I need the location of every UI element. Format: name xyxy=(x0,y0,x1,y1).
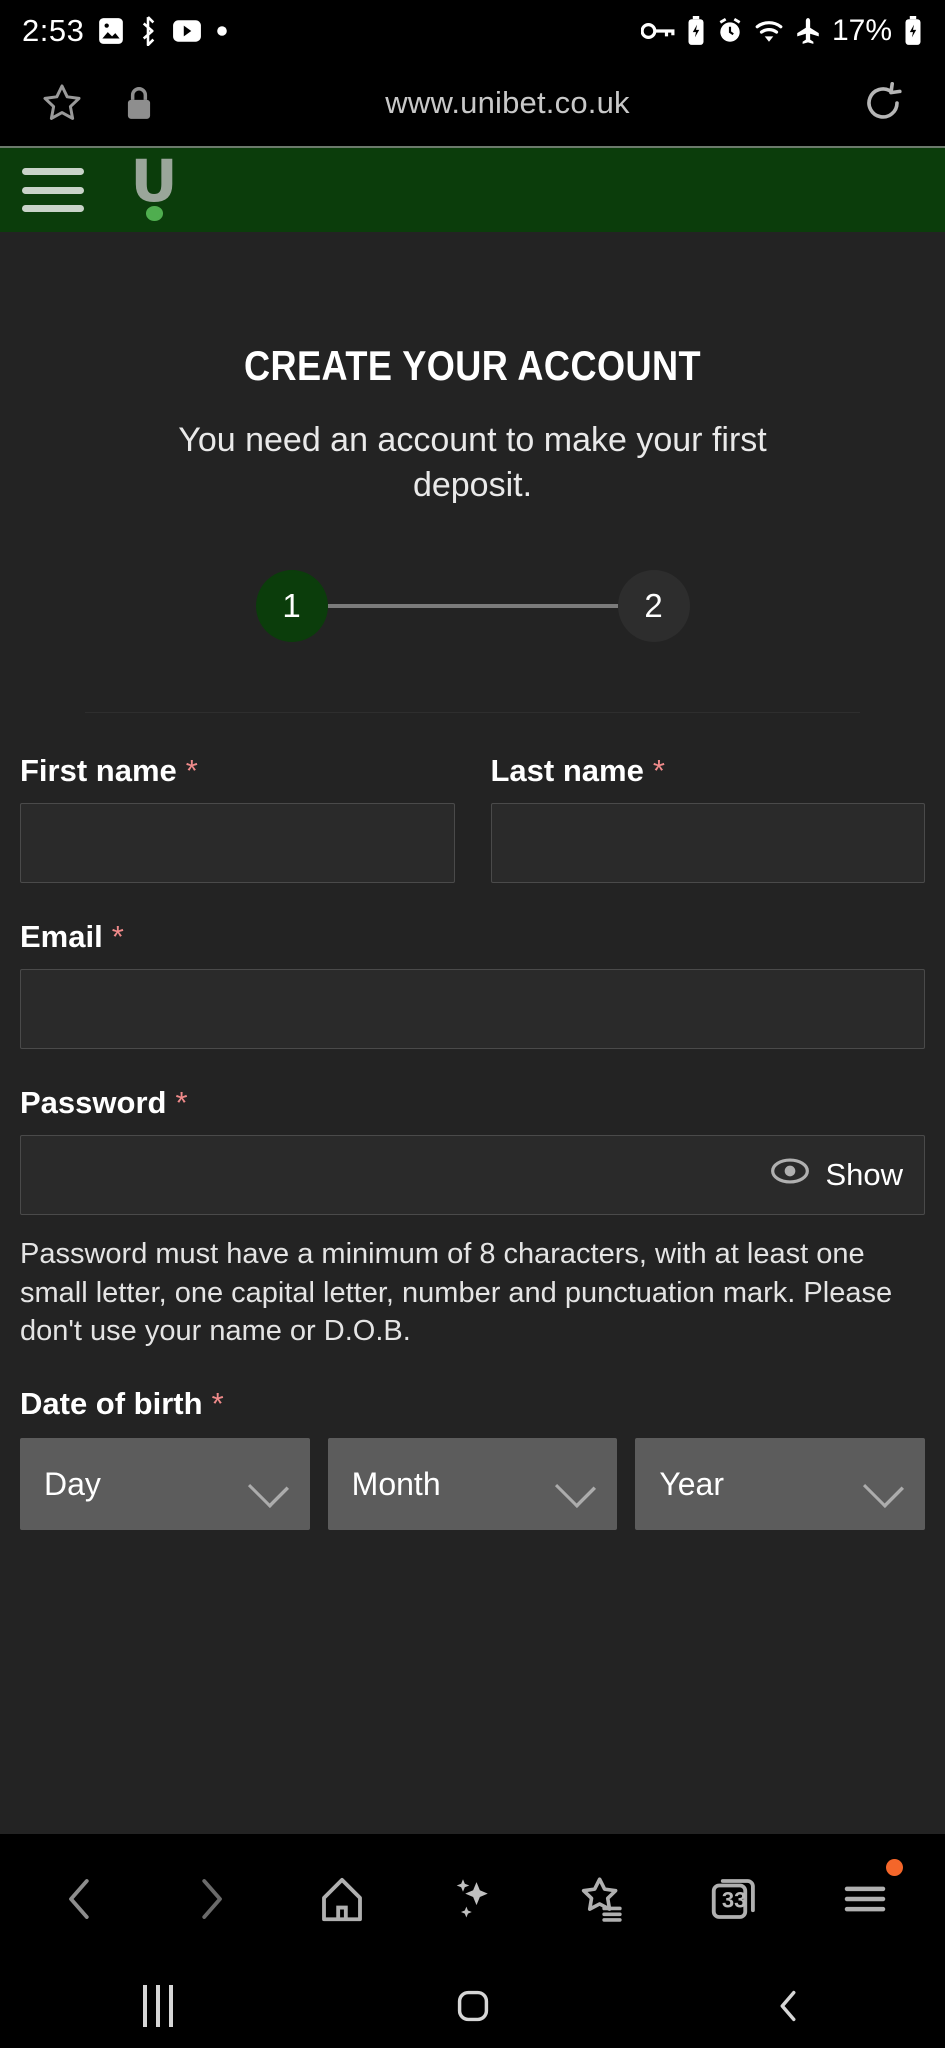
chevron-down-icon xyxy=(252,1474,286,1494)
hamburger-menu-icon[interactable] xyxy=(22,168,84,212)
first-name-label: First name xyxy=(20,753,177,789)
chevron-down-icon xyxy=(867,1474,901,1494)
airplane-mode-icon xyxy=(795,17,821,45)
email-label: Email xyxy=(20,919,103,955)
tab-count-label: 33 xyxy=(721,1887,747,1913)
forward-icon[interactable] xyxy=(165,1853,257,1945)
password-show-toggle[interactable]: Show xyxy=(770,1157,903,1193)
section-divider xyxy=(85,712,860,714)
tabs-icon[interactable]: 33 xyxy=(688,1853,780,1945)
battery-saver-icon xyxy=(686,16,706,46)
first-name-label-wrap: First name * xyxy=(20,753,455,789)
wifi-icon xyxy=(754,18,784,44)
alarm-icon xyxy=(717,17,743,45)
first-name-field: First name * xyxy=(20,753,455,884)
youtube-icon xyxy=(172,19,202,43)
password-label: Password xyxy=(20,1085,167,1121)
android-nav-bar xyxy=(0,1964,945,2048)
email-required-marker: * xyxy=(111,919,124,955)
step-connector xyxy=(327,604,618,609)
last-name-input[interactable] xyxy=(490,803,925,884)
status-bar-left: 2:53 xyxy=(22,13,228,49)
battery-percent-label: 17% xyxy=(831,14,892,47)
last-name-required-marker: * xyxy=(652,753,665,789)
registration-form: First name * Last name * Email * Passwor… xyxy=(0,753,945,1531)
status-bar-right: 17% xyxy=(640,14,923,48)
dob-month-value: Month xyxy=(351,1465,441,1502)
step-2-label: 2 xyxy=(644,587,663,625)
dob-label-wrap: Date of birth * xyxy=(20,1386,925,1422)
dob-selects-row: Day Month Year xyxy=(20,1438,926,1531)
dob-required-marker: * xyxy=(211,1386,224,1422)
dob-month-select[interactable]: Month xyxy=(327,1438,618,1531)
name-row: First name * Last name * xyxy=(20,753,926,884)
email-label-wrap: Email * xyxy=(20,919,925,955)
step-indicator: 1 2 xyxy=(0,570,945,643)
bookmarks-icon[interactable] xyxy=(557,1853,649,1945)
password-field: Password * Show Password must have a min… xyxy=(20,1085,925,1350)
date-of-birth-field: Date of birth * Day Month Year xyxy=(20,1386,926,1531)
step-1-label: 1 xyxy=(282,587,301,625)
password-hint: Password must have a minimum of 8 charac… xyxy=(20,1238,893,1347)
star-outline-icon[interactable] xyxy=(38,79,86,127)
password-show-label: Show xyxy=(825,1157,903,1193)
site-header: U xyxy=(0,146,945,232)
menu-icon[interactable] xyxy=(819,1853,911,1945)
unibet-logo-dot xyxy=(145,206,163,221)
page-subtitle: You need an account to make your first d… xyxy=(178,421,767,505)
recents-icon[interactable] xyxy=(98,1971,218,2041)
battery-charging-icon xyxy=(903,16,923,46)
step-2[interactable]: 2 xyxy=(617,570,690,643)
dot-icon xyxy=(216,25,228,37)
page-content: CREATE YOUR ACCOUNT You need an account … xyxy=(0,232,945,1834)
home-icon[interactable] xyxy=(296,1853,388,1945)
device-screen: 2:53 17% www.unibet.co.uk U CREATE YOUR … xyxy=(0,0,945,2048)
home-square-icon[interactable] xyxy=(413,1971,533,2041)
password-input-wrap: Show xyxy=(20,1135,925,1216)
lock-icon xyxy=(122,84,156,122)
photos-icon xyxy=(98,17,124,45)
vpn-key-icon xyxy=(640,20,675,42)
browser-bottom-toolbar: 33 xyxy=(0,1834,945,1964)
email-field: Email * xyxy=(20,919,925,1050)
status-bar-clock: 2:53 xyxy=(22,13,85,48)
chevron-down-icon xyxy=(559,1474,593,1494)
page-title: CREATE YOUR ACCOUNT xyxy=(243,342,702,389)
back-icon[interactable] xyxy=(34,1853,126,1945)
password-required-marker: * xyxy=(175,1085,188,1121)
eye-icon xyxy=(770,1157,810,1193)
dob-year-value: Year xyxy=(659,1465,724,1502)
android-status-bar: 2:53 17% xyxy=(0,0,945,62)
last-name-label-wrap: Last name * xyxy=(491,753,926,789)
back-chevron-icon[interactable] xyxy=(728,1971,848,2041)
step-1[interactable]: 1 xyxy=(255,570,328,643)
last-name-label: Last name xyxy=(490,753,644,789)
menu-notification-badge xyxy=(885,1859,903,1876)
browser-url-bar[interactable]: www.unibet.co.uk xyxy=(0,62,945,144)
dob-label: Date of birth xyxy=(20,1386,203,1422)
bluetooth-icon xyxy=(138,16,158,46)
dob-day-select[interactable]: Day xyxy=(20,1438,310,1531)
dob-day-value: Day xyxy=(44,1465,101,1502)
unibet-logo-letter: U xyxy=(130,147,178,215)
last-name-field: Last name * xyxy=(490,753,926,884)
ai-sparkle-icon[interactable] xyxy=(426,1853,518,1945)
first-name-required-marker: * xyxy=(185,753,198,789)
password-label-wrap: Password * xyxy=(20,1085,925,1121)
url-text[interactable]: www.unibet.co.uk xyxy=(156,85,859,121)
unibet-logo[interactable]: U xyxy=(126,147,182,221)
reload-icon[interactable] xyxy=(859,79,907,127)
email-input[interactable] xyxy=(20,969,925,1050)
first-name-input[interactable] xyxy=(20,803,455,884)
dob-year-select[interactable]: Year xyxy=(635,1438,926,1531)
